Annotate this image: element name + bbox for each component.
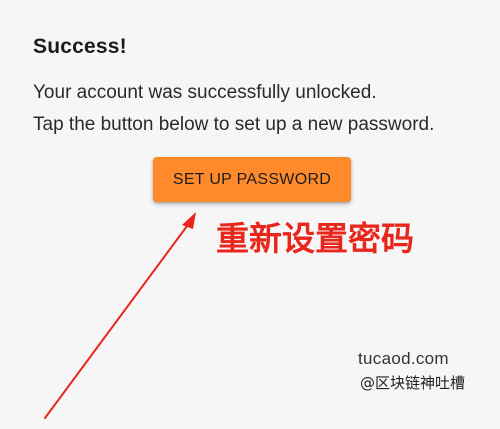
- message-line-1: Your account was successfully unlocked.: [33, 82, 377, 103]
- set-up-password-button[interactable]: SET UP PASSWORD: [153, 157, 351, 202]
- success-title: Success!: [33, 35, 127, 58]
- arrow-line: [44, 221, 191, 419]
- watermark-site: tucaod.com: [358, 349, 449, 368]
- watermark-handle: @区块链神吐槽: [360, 374, 466, 392]
- message-line-2: Tap the button below to set up a new pas…: [33, 114, 435, 135]
- annotation-text: 重新设置密码: [216, 219, 414, 258]
- arrowhead: [182, 212, 196, 229]
